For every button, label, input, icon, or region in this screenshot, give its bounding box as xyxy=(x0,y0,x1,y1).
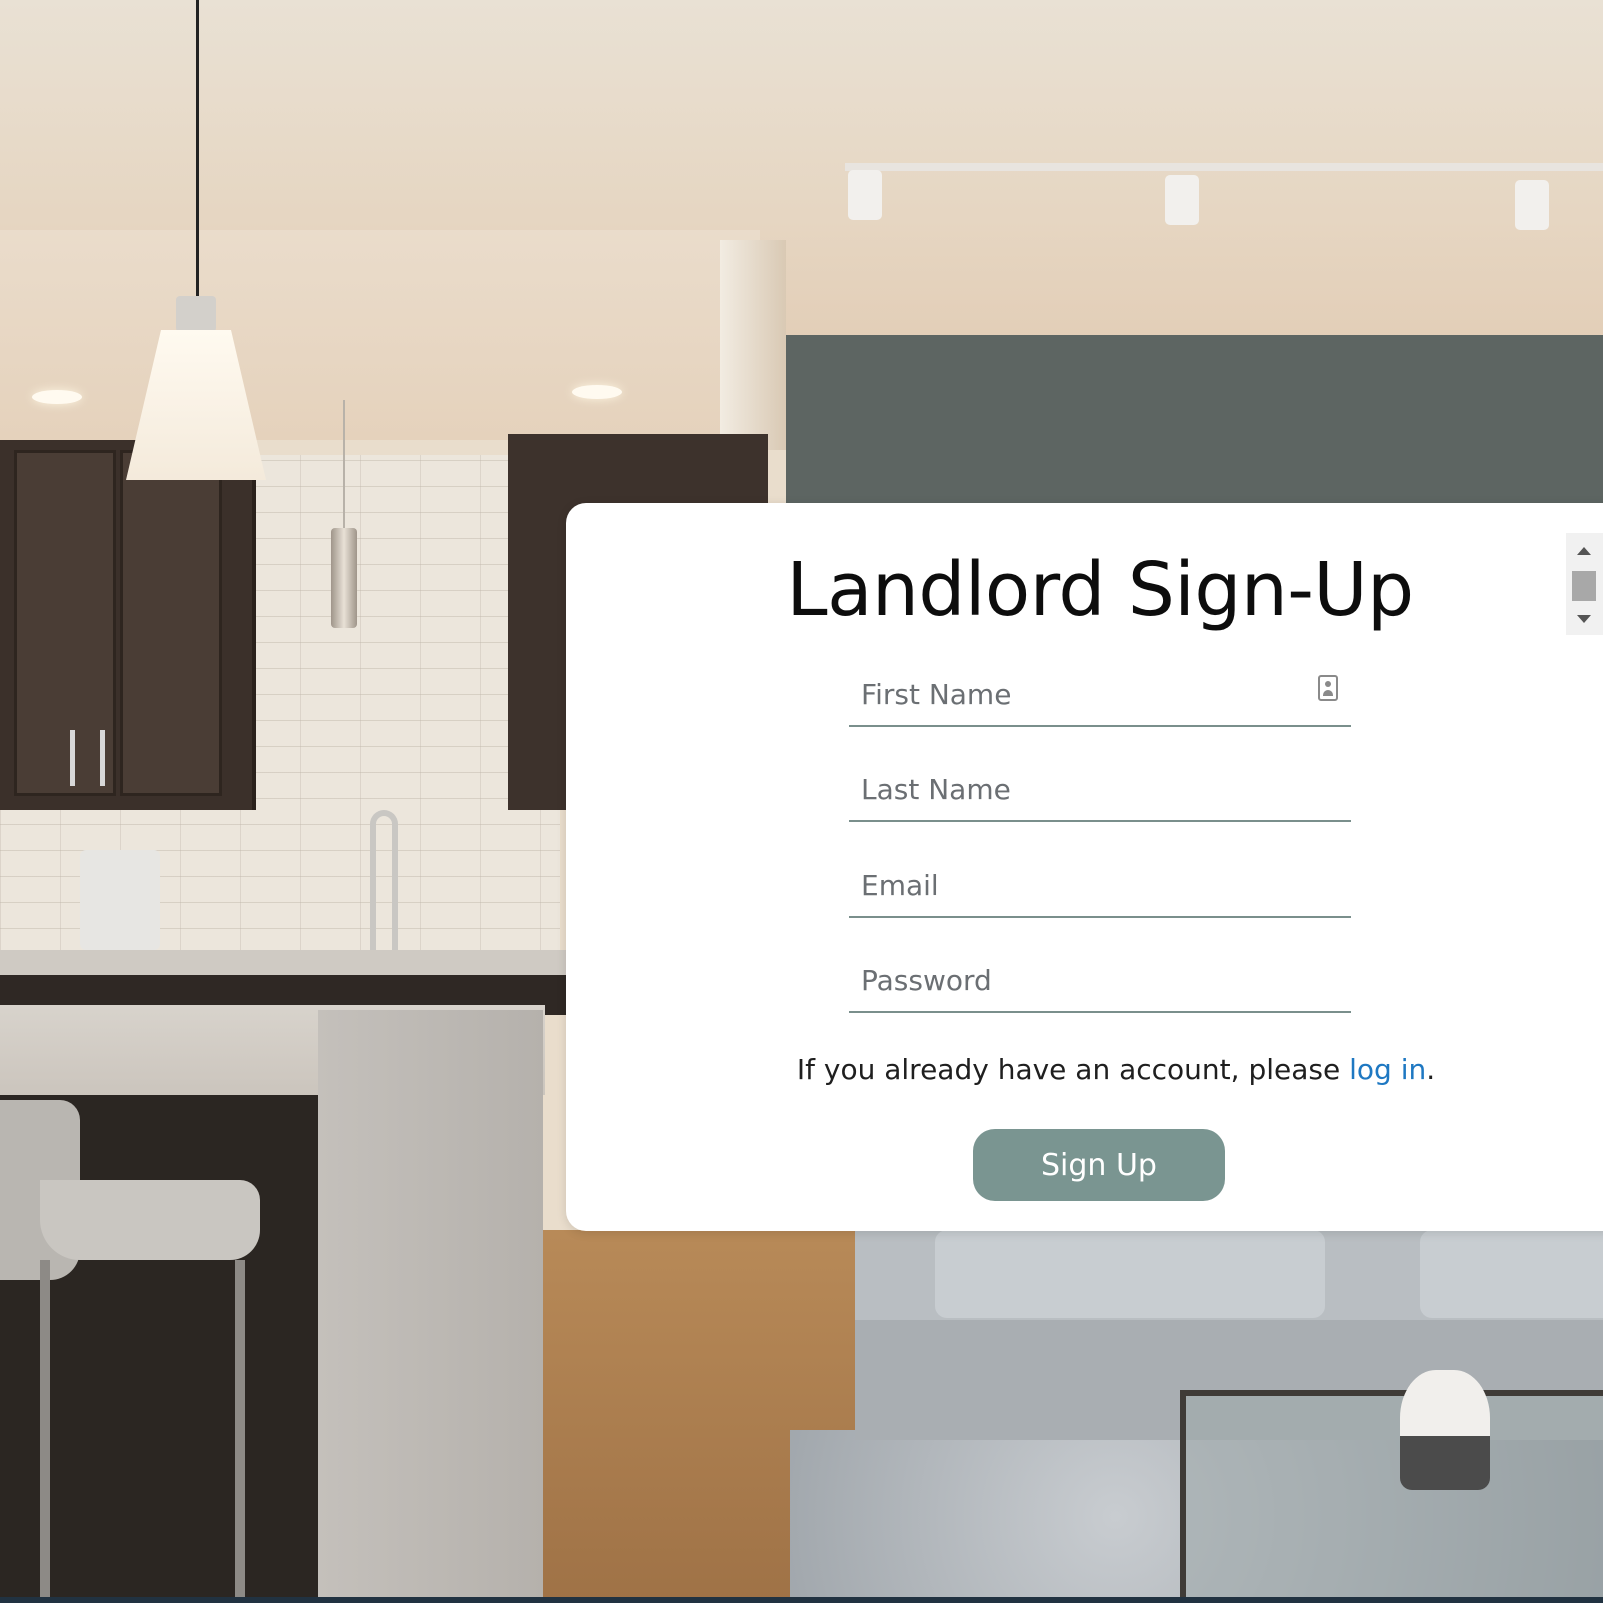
sofa-cushion xyxy=(1420,1230,1603,1318)
countertop xyxy=(0,950,570,976)
coffee-maker xyxy=(80,850,160,950)
login-link[interactable]: log in xyxy=(1349,1053,1426,1086)
sofa-cushion xyxy=(935,1230,1325,1318)
login-prompt-suffix: . xyxy=(1426,1053,1436,1086)
track-rail xyxy=(845,163,1603,171)
vase xyxy=(1400,1370,1490,1490)
cabinet-handle xyxy=(70,730,75,786)
track-light xyxy=(848,170,882,220)
stool-seat xyxy=(40,1180,260,1260)
faucet xyxy=(370,810,398,966)
track-light xyxy=(1515,180,1549,230)
pendant-lamp-small xyxy=(331,528,357,628)
cabinet-handle xyxy=(100,730,105,786)
pendant-cord xyxy=(196,0,199,300)
last-name-field[interactable] xyxy=(849,758,1351,822)
scroll-down-arrow-icon[interactable] xyxy=(1577,615,1591,623)
password-input[interactable] xyxy=(849,949,1351,1011)
email-field[interactable] xyxy=(849,854,1351,918)
first-name-input[interactable] xyxy=(849,663,1351,725)
password-field[interactable] xyxy=(849,949,1351,1013)
island-side xyxy=(318,1010,543,1603)
downlight xyxy=(32,390,82,404)
sign-up-button[interactable]: Sign Up xyxy=(973,1129,1225,1201)
signup-card: Landlord Sign-Up If you already have an … xyxy=(566,503,1603,1231)
coffee-table xyxy=(1180,1390,1603,1603)
soffit-edge xyxy=(720,240,786,450)
pendant-cap xyxy=(176,296,216,332)
track-light xyxy=(1165,175,1199,225)
pendant-cord xyxy=(343,400,345,530)
first-name-field[interactable] xyxy=(849,663,1351,727)
stool-leg xyxy=(235,1260,245,1603)
login-prompt-prefix: If you already have an account, please xyxy=(796,1053,1350,1086)
scroll-up-arrow-icon[interactable] xyxy=(1577,547,1591,555)
email-input[interactable] xyxy=(849,854,1351,916)
cabinet-door xyxy=(120,450,222,796)
last-name-input[interactable] xyxy=(849,758,1351,820)
scrollbar[interactable] xyxy=(1566,533,1603,635)
downlight xyxy=(572,385,622,399)
contact-card-icon[interactable] xyxy=(1318,675,1338,701)
soffit xyxy=(0,230,760,440)
bottom-edge xyxy=(0,1597,1603,1603)
login-prompt: If you already have an account, please l… xyxy=(566,1053,1603,1086)
page-title: Landlord Sign-Up xyxy=(786,547,1414,633)
scroll-thumb[interactable] xyxy=(1572,571,1596,601)
upper-cabinet-left xyxy=(0,440,256,810)
stool-leg xyxy=(40,1260,50,1603)
